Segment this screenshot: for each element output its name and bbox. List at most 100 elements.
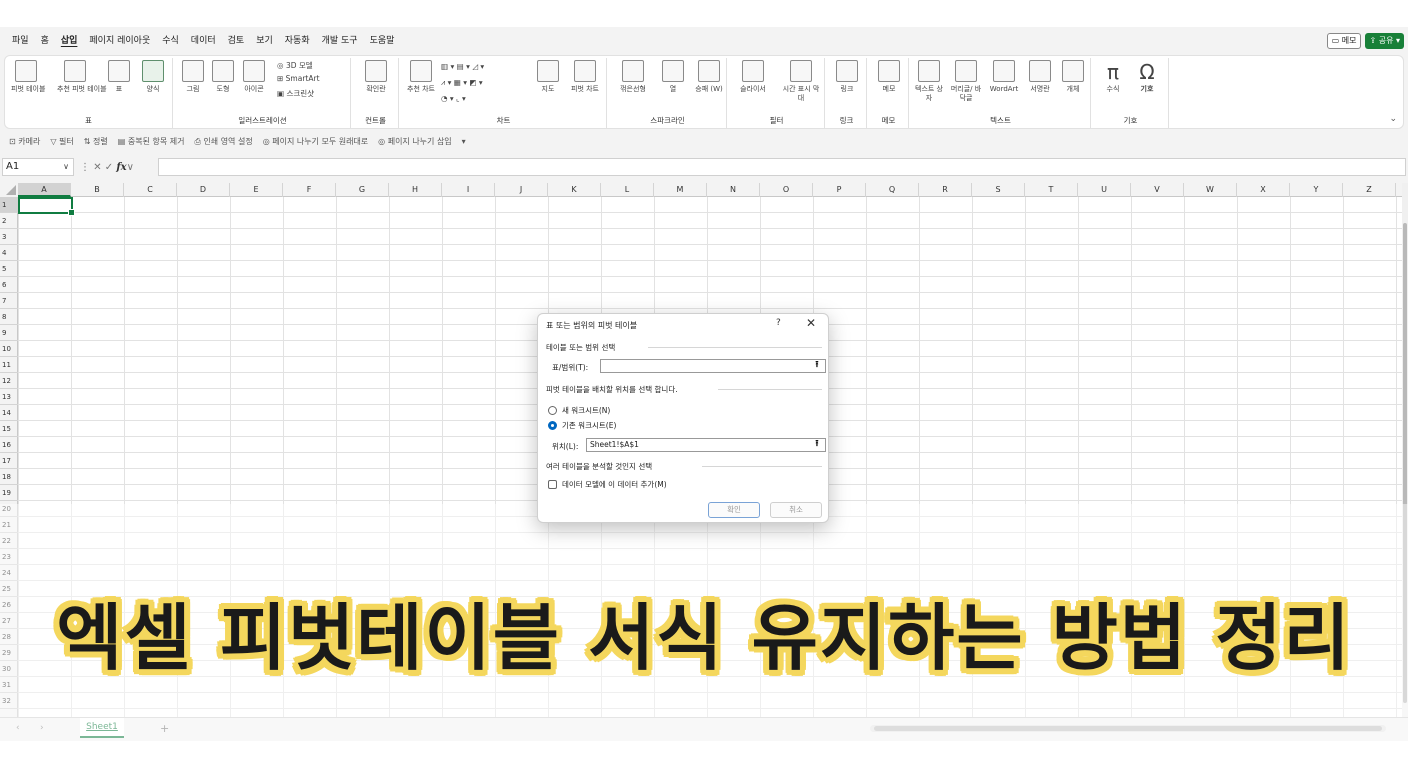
range-input[interactable] [600, 359, 826, 373]
column-header[interactable]: K [548, 183, 601, 197]
column-header[interactable]: S [972, 183, 1025, 197]
recommended-charts-button[interactable]: 추천 차트 [407, 60, 435, 94]
name-box[interactable]: A1 ∨ [2, 158, 74, 176]
row-header[interactable]: 15 [0, 421, 18, 437]
column-header[interactable]: Y [1290, 183, 1343, 197]
row-header[interactable]: 14 [0, 405, 18, 421]
header-footer-button[interactable]: 머리글/ 바닥글 [949, 60, 983, 103]
column-header[interactable]: Z [1343, 183, 1396, 197]
menu-review[interactable]: 검토 [222, 27, 251, 55]
column-header[interactable]: L [601, 183, 654, 197]
recommended-pivot-button[interactable]: 추천 피벗 테이블 [57, 60, 107, 94]
forms-button[interactable]: 양식 [139, 60, 167, 94]
checkbox-control-button[interactable]: 확인란 [361, 60, 391, 94]
column-header[interactable]: T [1025, 183, 1078, 197]
row-header[interactable]: 10 [0, 341, 18, 357]
customize-quickbar-icon[interactable]: ▾ [457, 137, 471, 146]
row-header[interactable]: 19 [0, 485, 18, 501]
column-header[interactable]: U [1078, 183, 1131, 197]
column-header[interactable]: D [177, 183, 230, 197]
column-header[interactable]: B [71, 183, 124, 197]
formula-input[interactable] [158, 158, 1406, 176]
sort-button[interactable]: ⇅ 정렬 [79, 136, 113, 147]
fx-icon[interactable]: fx [116, 162, 126, 173]
pie-chart-icon[interactable]: ◔ ▾ ⌞ ▾ [441, 94, 466, 103]
object-button[interactable]: 개체 [1059, 60, 1087, 94]
row-header[interactable]: 16 [0, 437, 18, 453]
row-header[interactable]: 3 [0, 229, 18, 245]
menu-developer[interactable]: 개발 도구 [316, 27, 364, 55]
row-header[interactable]: 12 [0, 373, 18, 389]
filter-button[interactable]: ▽ 필터 [45, 136, 78, 147]
column-header[interactable]: F [283, 183, 336, 197]
column-header[interactable]: N [707, 183, 760, 197]
menu-insert[interactable]: 삽입 [55, 27, 84, 55]
row-header[interactable]: 7 [0, 293, 18, 309]
cancel-button[interactable]: 취소 [770, 502, 822, 518]
share-button[interactable]: ⇪ 공유 ▾ [1365, 33, 1404, 49]
camera-button[interactable]: ⊡ 카메라 [4, 136, 45, 147]
line-chart-icon[interactable]: ⩘ ▾ ▦ ▾ ◩ ▾ [441, 78, 483, 88]
wordart-button[interactable]: WordArt [987, 60, 1021, 94]
column-header[interactable]: M [654, 183, 707, 197]
cancel-icon[interactable]: ✕ [93, 162, 101, 173]
row-header[interactable]: 11 [0, 357, 18, 373]
menu-file[interactable]: 파일 [6, 27, 35, 55]
textbox-button[interactable]: 텍스트 상자 [915, 60, 943, 103]
row-header[interactable]: 18 [0, 469, 18, 485]
chevron-down-icon[interactable]: ∨ [63, 159, 69, 175]
print-area-button[interactable]: ⎙ 인쇄 영역 설정 [189, 136, 257, 147]
menu-home[interactable]: 홈 [35, 27, 55, 55]
shapes-button[interactable]: 도형 [211, 60, 235, 94]
column-header[interactable]: E [230, 183, 283, 197]
enter-icon[interactable]: ✓ [105, 162, 113, 173]
radio-existing-worksheet[interactable] [548, 421, 557, 430]
column-header[interactable]: P [813, 183, 866, 197]
column-header[interactable]: H [389, 183, 442, 197]
symbol-button[interactable]: Ω 기호 [1133, 60, 1161, 94]
row-header[interactable]: 13 [0, 389, 18, 405]
row-header[interactable]: 4 [0, 245, 18, 261]
column-header[interactable]: O [760, 183, 813, 197]
pivot-table-button[interactable]: 피벗 테이블 [11, 60, 45, 94]
row-header[interactable]: 2 [0, 213, 18, 229]
screenshot-button[interactable]: ▣ 스크린샷 [277, 88, 314, 99]
icons-button[interactable]: 아이콘 [239, 60, 269, 94]
active-cell[interactable] [18, 197, 75, 216]
menu-data[interactable]: 데이터 [185, 27, 222, 55]
collapse-location-icon[interactable]: ⭱ [810, 439, 824, 451]
data-model-checkbox[interactable] [548, 480, 557, 489]
location-input[interactable]: Sheet1!$A$1 [586, 438, 826, 452]
column-header[interactable]: A [18, 183, 71, 197]
memo-button[interactable]: ▭ 메모 [1326, 33, 1362, 49]
menu-automate[interactable]: 자동화 [279, 27, 316, 55]
slicer-button[interactable]: 슬라이서 [735, 60, 771, 94]
remove-duplicates-button[interactable]: ▤ 중복된 항목 제거 [113, 136, 190, 147]
timeline-button[interactable]: 시간 표시 막대 [781, 60, 821, 103]
column-chart-icon[interactable]: ▥ ▾ ▤ ▾ ◿ ▾ [441, 62, 484, 71]
column-header[interactable]: X [1237, 183, 1290, 197]
row-header[interactable]: 17 [0, 453, 18, 469]
table-button[interactable]: 표 [107, 60, 131, 94]
column-header[interactable]: G [336, 183, 389, 197]
collapse-range-icon[interactable]: ⭱ [810, 360, 824, 372]
ok-button[interactable]: 확인 [708, 502, 760, 518]
comment-button[interactable]: 메모 [877, 60, 901, 94]
column-header[interactable]: R [919, 183, 972, 197]
menu-view[interactable]: 보기 [250, 27, 279, 55]
link-button[interactable]: 링크 [835, 60, 859, 94]
radio-new-worksheet[interactable] [548, 406, 557, 415]
column-header[interactable]: C [124, 183, 177, 197]
equation-button[interactable]: π 수식 [1099, 60, 1127, 94]
menu-formulas[interactable]: 수식 [156, 27, 185, 55]
smartart-button[interactable]: ⊞ SmartArt [277, 74, 320, 83]
row-header[interactable]: 9 [0, 325, 18, 341]
sparkline-line-button[interactable]: 꺾은선형 [615, 60, 651, 94]
model3d-button[interactable]: ◎ 3D 모델 [277, 60, 313, 71]
help-icon[interactable]: ? [776, 318, 781, 328]
reset-page-breaks-button[interactable]: ◎ 페이지 나누기 모두 원래대로 [258, 136, 373, 147]
insert-page-break-button[interactable]: ◎ 페이지 나누기 삽입 [373, 136, 457, 147]
column-header[interactable]: I [442, 183, 495, 197]
ribbon-collapse-icon[interactable]: ⌄ [1389, 114, 1397, 124]
column-header[interactable]: V [1131, 183, 1184, 197]
